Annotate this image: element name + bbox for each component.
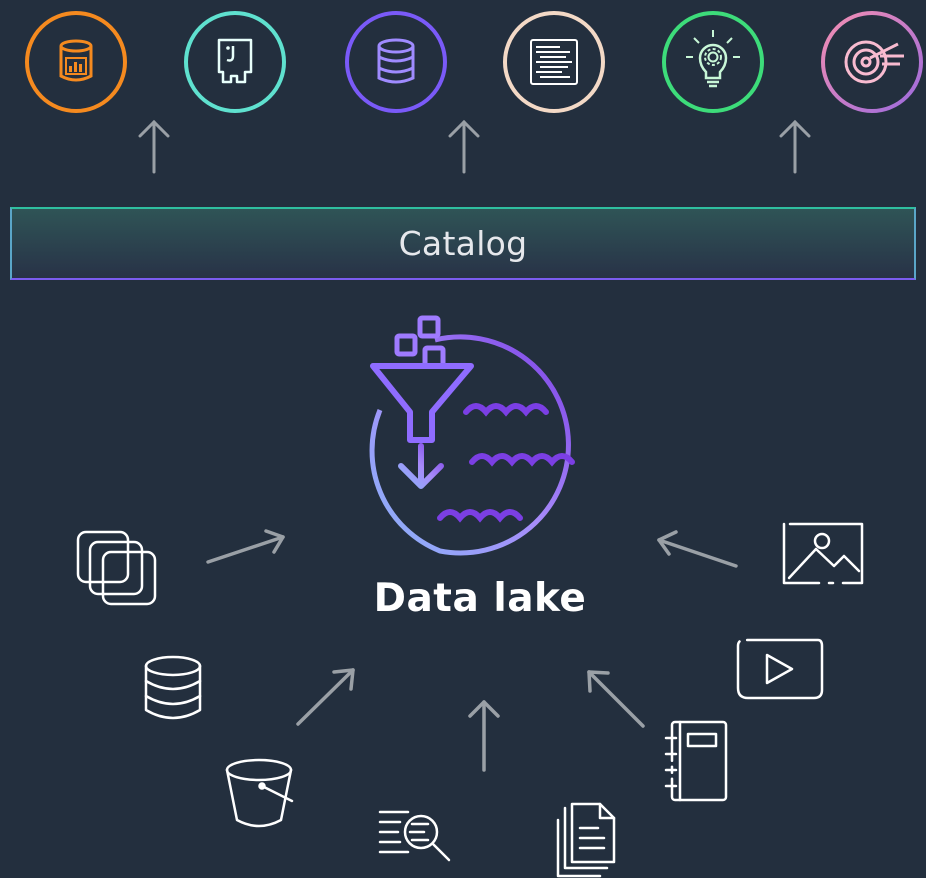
search-list-icon <box>378 810 451 862</box>
data-lake-icon <box>369 315 575 556</box>
database-icon <box>144 655 202 720</box>
image-icon <box>782 522 864 585</box>
data-lake-label: Data lake <box>373 576 587 621</box>
notebook-icon <box>664 720 728 802</box>
catalog-label: Catalog <box>398 224 528 263</box>
consumer-emr-elephant-icon <box>184 11 286 113</box>
arrow-up-left <box>138 119 170 174</box>
stacked-squares-icon <box>76 530 157 606</box>
arrow-from-image <box>657 530 738 568</box>
bucket-icon <box>225 758 294 828</box>
arrow-up-right <box>779 119 811 174</box>
documents-icon <box>556 802 616 878</box>
catalog-bar: Catalog <box>10 207 916 280</box>
arrow-from-bucket <box>296 668 355 726</box>
consumer-analytics-database-icon <box>25 11 127 113</box>
consumer-database-stack-icon <box>345 11 447 113</box>
video-icon <box>736 638 824 700</box>
arrow-from-notebook <box>587 670 645 728</box>
consumer-document-lines-icon <box>503 11 605 113</box>
arrow-up-center <box>448 119 480 174</box>
consumer-lightbulb-gear-icon <box>662 11 764 113</box>
arrow-from-stacked-squares <box>206 529 285 564</box>
arrow-from-search-list <box>468 700 500 772</box>
data-lake-diagram <box>25 11 923 878</box>
consumer-target-icon <box>821 11 923 113</box>
